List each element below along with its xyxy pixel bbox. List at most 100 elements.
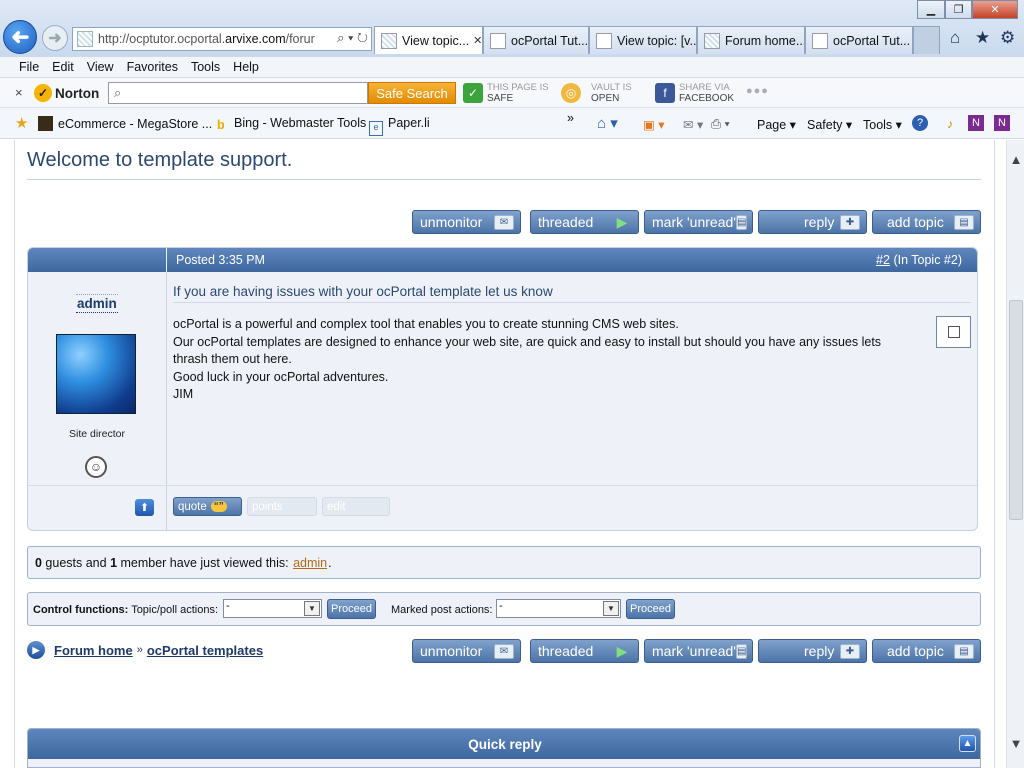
favorite-paperli[interactable]: e Paper.li xyxy=(369,116,430,136)
post-number-link[interactable]: #2 xyxy=(876,253,890,267)
unmonitor-button[interactable]: unmonitor ✉ xyxy=(412,639,521,663)
breadcrumb-ocportal-templates[interactable]: ocPortal templates xyxy=(147,643,263,658)
tab-close-icon[interactable]: ✕ xyxy=(473,34,482,47)
mark-unread-button[interactable]: mark 'unread' ▤ xyxy=(644,639,753,663)
marked-actions-select[interactable]: - ▼ xyxy=(496,599,621,618)
tab-view-topic-2[interactable]: View topic: [v... xyxy=(589,26,697,54)
envelope-icon: ✉ xyxy=(494,643,514,659)
document-icon: ▤ xyxy=(735,214,748,230)
rss-feed-icon[interactable]: ▣ ▾ xyxy=(643,117,665,132)
facebook-icon: f xyxy=(655,83,675,103)
scroll-up-icon[interactable]: ▲ xyxy=(1007,152,1024,167)
tab-label: View topic... xyxy=(402,33,470,48)
norton-logo[interactable]: ✓ Norton xyxy=(34,83,99,103)
button-label: reply xyxy=(804,214,835,230)
favorite-ecommerce[interactable]: eCommerce - MegaStore ... xyxy=(38,116,212,131)
button-label: unmonitor xyxy=(420,643,483,659)
home-icon[interactable]: ⌂ ▾ xyxy=(597,114,618,132)
norton-logo-text: Norton xyxy=(55,85,100,101)
breadcrumb-forum-home[interactable]: Forum home xyxy=(54,643,133,658)
forward-button[interactable]: ➜ xyxy=(42,25,68,51)
page-menu[interactable]: Page ▾ xyxy=(757,117,796,132)
quote-button[interactable]: quote “” xyxy=(173,497,242,516)
back-to-top-button[interactable]: ⬆ xyxy=(135,499,154,516)
more-options-icon[interactable]: ●●● xyxy=(746,85,769,97)
collapse-icon[interactable]: ▲ xyxy=(959,735,976,752)
add-topic-button[interactable]: add topic ▤ xyxy=(872,639,981,663)
viewers-text: guests and xyxy=(41,555,111,570)
avatar[interactable] xyxy=(56,334,136,414)
tab-ocportal-tut-2[interactable]: ocPortal Tut... xyxy=(805,26,913,54)
print-icon[interactable]: ⎙ ▾ xyxy=(711,117,730,132)
button-label: mark 'unread' xyxy=(652,643,736,659)
unmonitor-button[interactable]: unmonitor ✉ xyxy=(412,210,521,234)
menu-bar: File Edit View Favorites Tools Help xyxy=(0,57,1024,78)
menu-file[interactable]: File xyxy=(19,60,39,74)
norton-close-icon[interactable]: × xyxy=(15,85,23,100)
post-column-divider xyxy=(166,272,167,530)
minimize-button[interactable]: ▁ xyxy=(917,0,945,19)
mark-post-checkbox[interactable] xyxy=(936,316,971,348)
mark-unread-button[interactable]: mark 'unread' ▤ xyxy=(644,210,753,234)
select-value: - xyxy=(499,600,503,612)
tab-label: View topic: [v... xyxy=(617,33,697,48)
new-tab-button[interactable] xyxy=(913,26,940,54)
ie-page-icon: e xyxy=(369,121,383,136)
menu-favorites[interactable]: Favorites xyxy=(127,60,178,74)
address-bar[interactable]: http://ocptutor.ocportal. arvixe.com/foru… xyxy=(72,27,372,51)
topic-proceed-button[interactable]: Proceed xyxy=(327,599,376,619)
marked-proceed-button[interactable]: Proceed xyxy=(626,599,675,619)
address-search-refresh-icons[interactable]: ⌕ ▾ ↻ xyxy=(334,30,368,46)
mail-icon[interactable]: ✉ ▾ xyxy=(683,117,703,132)
address-url-domain: arvixe.com xyxy=(225,32,286,46)
window-close-button[interactable]: ✕ xyxy=(972,0,1018,19)
favorite-bing[interactable]: b Bing - Webmaster Tools xyxy=(217,116,366,134)
button-label: threaded xyxy=(538,214,594,230)
favorites-overflow-chevron[interactable]: » xyxy=(567,111,574,125)
tab-ocportal-tut-1[interactable]: ocPortal Tut... xyxy=(483,26,589,54)
post-line: ocPortal is a powerful and complex tool … xyxy=(173,317,679,331)
maximize-button[interactable]: ❐ xyxy=(945,0,972,19)
button-label: edit xyxy=(327,500,346,513)
tools-gear-icon[interactable]: ⚙ xyxy=(1000,28,1015,48)
help-icon[interactable]: ? xyxy=(912,115,928,131)
menu-tools[interactable]: Tools xyxy=(191,60,220,74)
tab-forum-home[interactable]: Forum home... xyxy=(697,26,805,54)
home-icon[interactable]: ⌂ xyxy=(950,28,960,48)
norton-search-input[interactable]: ⌕ xyxy=(108,82,368,104)
scroll-down-icon[interactable]: ▼ xyxy=(1007,736,1024,751)
button-label: add topic xyxy=(887,643,944,659)
threaded-button[interactable]: threaded ▶ xyxy=(530,210,639,234)
vertical-scrollbar[interactable]: ▲ ▼ xyxy=(1006,140,1024,768)
safety-menu[interactable]: Safety ▾ xyxy=(807,117,852,132)
page-safety-status[interactable]: THIS PAGE IS SAFE xyxy=(487,82,549,104)
envelope-icon: ✉ xyxy=(494,214,514,230)
safe-search-button[interactable]: Safe Search xyxy=(368,82,456,104)
viewer-member-link[interactable]: admin xyxy=(293,556,327,570)
favorites-star-icon[interactable]: ★ xyxy=(975,28,990,48)
address-url-path: /forur xyxy=(285,32,315,46)
research-icon[interactable]: ♪ xyxy=(947,117,953,131)
menu-view[interactable]: View xyxy=(87,60,114,74)
onenote-linked-icon[interactable]: N xyxy=(994,115,1010,131)
favorites-bar: ★ eCommerce - MegaStore ... b Bing - Webm… xyxy=(0,108,1024,139)
poster-username[interactable]: admin xyxy=(76,294,118,313)
menu-edit[interactable]: Edit xyxy=(52,60,74,74)
onenote-icon[interactable]: N xyxy=(968,115,984,131)
share-facebook[interactable]: SHARE VIA FACEBOOK xyxy=(679,82,734,104)
add-favorite-icon[interactable]: ★ xyxy=(15,114,28,132)
safe-check-icon: ✓ xyxy=(463,83,483,103)
threaded-button[interactable]: threaded ▶ xyxy=(530,639,639,663)
tools-menu[interactable]: Tools ▾ xyxy=(863,117,902,132)
vault-label: VAULT IS xyxy=(591,82,632,93)
add-topic-button[interactable]: add topic ▤ xyxy=(872,210,981,234)
vault-status[interactable]: VAULT IS OPEN xyxy=(591,82,632,104)
scrollbar-thumb[interactable] xyxy=(1009,300,1023,520)
back-button[interactable]: ➜ xyxy=(3,20,37,54)
tab-view-topic[interactable]: View topic... ✕ xyxy=(374,26,483,54)
menu-help[interactable]: Help xyxy=(233,60,259,74)
quote-marks-icon: “” xyxy=(210,501,227,512)
reply-button[interactable]: reply ✚ xyxy=(758,639,867,663)
topic-actions-select[interactable]: - ▼ xyxy=(223,599,322,618)
reply-button[interactable]: reply ✚ xyxy=(758,210,867,234)
